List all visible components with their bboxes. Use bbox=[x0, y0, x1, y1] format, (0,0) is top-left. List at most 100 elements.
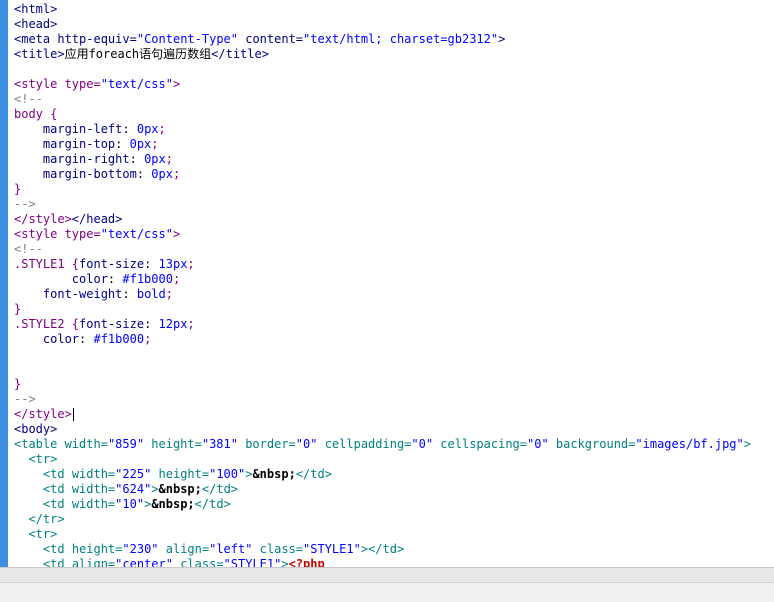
code-line[interactable]: <style type="text/css"> bbox=[14, 227, 751, 242]
status-bar bbox=[0, 567, 774, 602]
code-token: <td bbox=[42, 557, 72, 567]
code-line[interactable] bbox=[14, 362, 751, 377]
code-token: 应用foreach语句遍历数组 bbox=[64, 47, 212, 61]
code-token: align= bbox=[158, 542, 210, 556]
code-line[interactable]: <td width="225" height="100">&nbsp;</td> bbox=[14, 467, 751, 482]
code-line[interactable]: </tr> bbox=[14, 512, 751, 527]
code-line[interactable]: <meta http-equiv="Content-Type" content=… bbox=[14, 32, 751, 47]
code-token: height= bbox=[71, 542, 123, 556]
code-token: "left" bbox=[209, 542, 253, 556]
code-token: content= bbox=[238, 32, 304, 46]
code-token: type= bbox=[64, 77, 101, 91]
code-token: <body> bbox=[14, 422, 58, 436]
code-line[interactable]: <td align="center" class="STYLE1"><?php bbox=[14, 557, 751, 567]
code-token: "Content-Type" bbox=[136, 32, 238, 46]
code-line[interactable] bbox=[14, 62, 751, 77]
code-token: : bbox=[79, 332, 94, 346]
code-token: > bbox=[172, 227, 181, 241]
code-token: : bbox=[144, 257, 159, 271]
code-line[interactable]: <head> bbox=[14, 17, 751, 32]
code-token: margin-right bbox=[42, 152, 130, 166]
code-token: <meta bbox=[14, 32, 58, 46]
code-line[interactable]: margin-left: 0px; bbox=[14, 122, 751, 137]
code-line[interactable] bbox=[14, 347, 751, 362]
code-line[interactable]: <style type="text/css"> bbox=[14, 77, 751, 92]
code-line[interactable]: } bbox=[14, 377, 751, 392]
code-line[interactable]: .STYLE1 {font-size: 13px; bbox=[14, 257, 751, 272]
code-token: #f1b000 bbox=[93, 332, 145, 346]
code-line[interactable]: margin-top: 0px; bbox=[14, 137, 751, 152]
code-token: > bbox=[281, 557, 289, 567]
code-line[interactable]: body { bbox=[14, 107, 751, 122]
code-line[interactable]: <tr> bbox=[14, 452, 751, 467]
code-token: "text/html; charset=gb2312" bbox=[303, 32, 499, 46]
code-line[interactable]: <!-- bbox=[14, 92, 751, 107]
code-line[interactable]: --> bbox=[14, 197, 751, 212]
code-token: width= bbox=[64, 437, 108, 451]
code-line[interactable]: <tr> bbox=[14, 527, 751, 542]
code-line[interactable]: --> bbox=[14, 392, 751, 407]
code-line[interactable]: <td width="10">&nbsp;</td> bbox=[14, 497, 751, 512]
code-token: "STYLE1" bbox=[223, 557, 282, 567]
code-line[interactable]: color: #f1b000; bbox=[14, 332, 751, 347]
code-token: "10" bbox=[115, 497, 145, 511]
code-line[interactable]: <td height="230" align="left" class="STY… bbox=[14, 542, 751, 557]
code-line[interactable]: color: #f1b000; bbox=[14, 272, 751, 287]
code-line[interactable]: font-weight: bold; bbox=[14, 287, 751, 302]
code-token: </head> bbox=[71, 212, 123, 226]
code-token: bold bbox=[136, 287, 166, 301]
code-token: <!-- bbox=[14, 242, 43, 256]
code-token: ; bbox=[165, 287, 173, 301]
code-token: ; bbox=[144, 332, 152, 346]
code-token: ; bbox=[165, 152, 173, 166]
code-line[interactable]: } bbox=[14, 302, 751, 317]
code-token: <td bbox=[42, 497, 72, 511]
code-token: align= bbox=[71, 557, 116, 567]
code-area[interactable]: <html> <head> <meta http-equiv="Content-Ty… bbox=[14, 2, 751, 567]
code-line[interactable]: <html> bbox=[14, 2, 751, 17]
code-token: "STYLE1" bbox=[303, 542, 361, 556]
code-token: : bbox=[129, 152, 145, 166]
code-line[interactable]: <!-- bbox=[14, 242, 751, 257]
code-line[interactable]: margin-right: 0px; bbox=[14, 152, 751, 167]
editor-gutter bbox=[0, 0, 8, 567]
code-line[interactable]: } bbox=[14, 182, 751, 197]
code-token: </style> bbox=[14, 212, 72, 226]
code-token: 0px bbox=[144, 152, 166, 166]
code-token: height= bbox=[151, 467, 210, 481]
code-token: "381" bbox=[201, 437, 238, 451]
code-line[interactable]: <td width="624">&nbsp;</td> bbox=[14, 482, 751, 497]
code-token: width= bbox=[71, 482, 116, 496]
code-line[interactable]: </style></head> bbox=[14, 212, 751, 227]
code-token: ; bbox=[151, 137, 159, 151]
code-editor[interactable]: <html> <head> <meta http-equiv="Content-Ty… bbox=[8, 0, 774, 567]
code-token: cellpadding= bbox=[317, 437, 412, 451]
code-token: <!-- bbox=[14, 92, 43, 106]
code-line[interactable]: <title>应用foreach语句遍历数组</title> bbox=[14, 47, 751, 62]
code-token: : bbox=[122, 122, 137, 136]
code-line[interactable]: <table width="859" height="381" border="… bbox=[14, 437, 751, 452]
code-line[interactable]: <body> bbox=[14, 422, 751, 437]
code-token: <?php bbox=[288, 557, 325, 567]
horizontal-scrollbar[interactable] bbox=[0, 568, 774, 583]
code-token: } bbox=[14, 302, 22, 316]
code-token: ; bbox=[172, 167, 181, 181]
code-token: <head> bbox=[14, 17, 58, 31]
code-line[interactable]: margin-bottom: 0px; bbox=[14, 167, 751, 182]
code-token: font-size bbox=[79, 317, 145, 331]
code-token: &nbsp; bbox=[151, 497, 195, 511]
code-token: </title> bbox=[211, 47, 269, 61]
code-token: &nbsp; bbox=[158, 482, 202, 496]
code-line[interactable]: </style> bbox=[14, 407, 751, 422]
code-line[interactable]: .STYLE2 {font-size: 12px; bbox=[14, 317, 751, 332]
